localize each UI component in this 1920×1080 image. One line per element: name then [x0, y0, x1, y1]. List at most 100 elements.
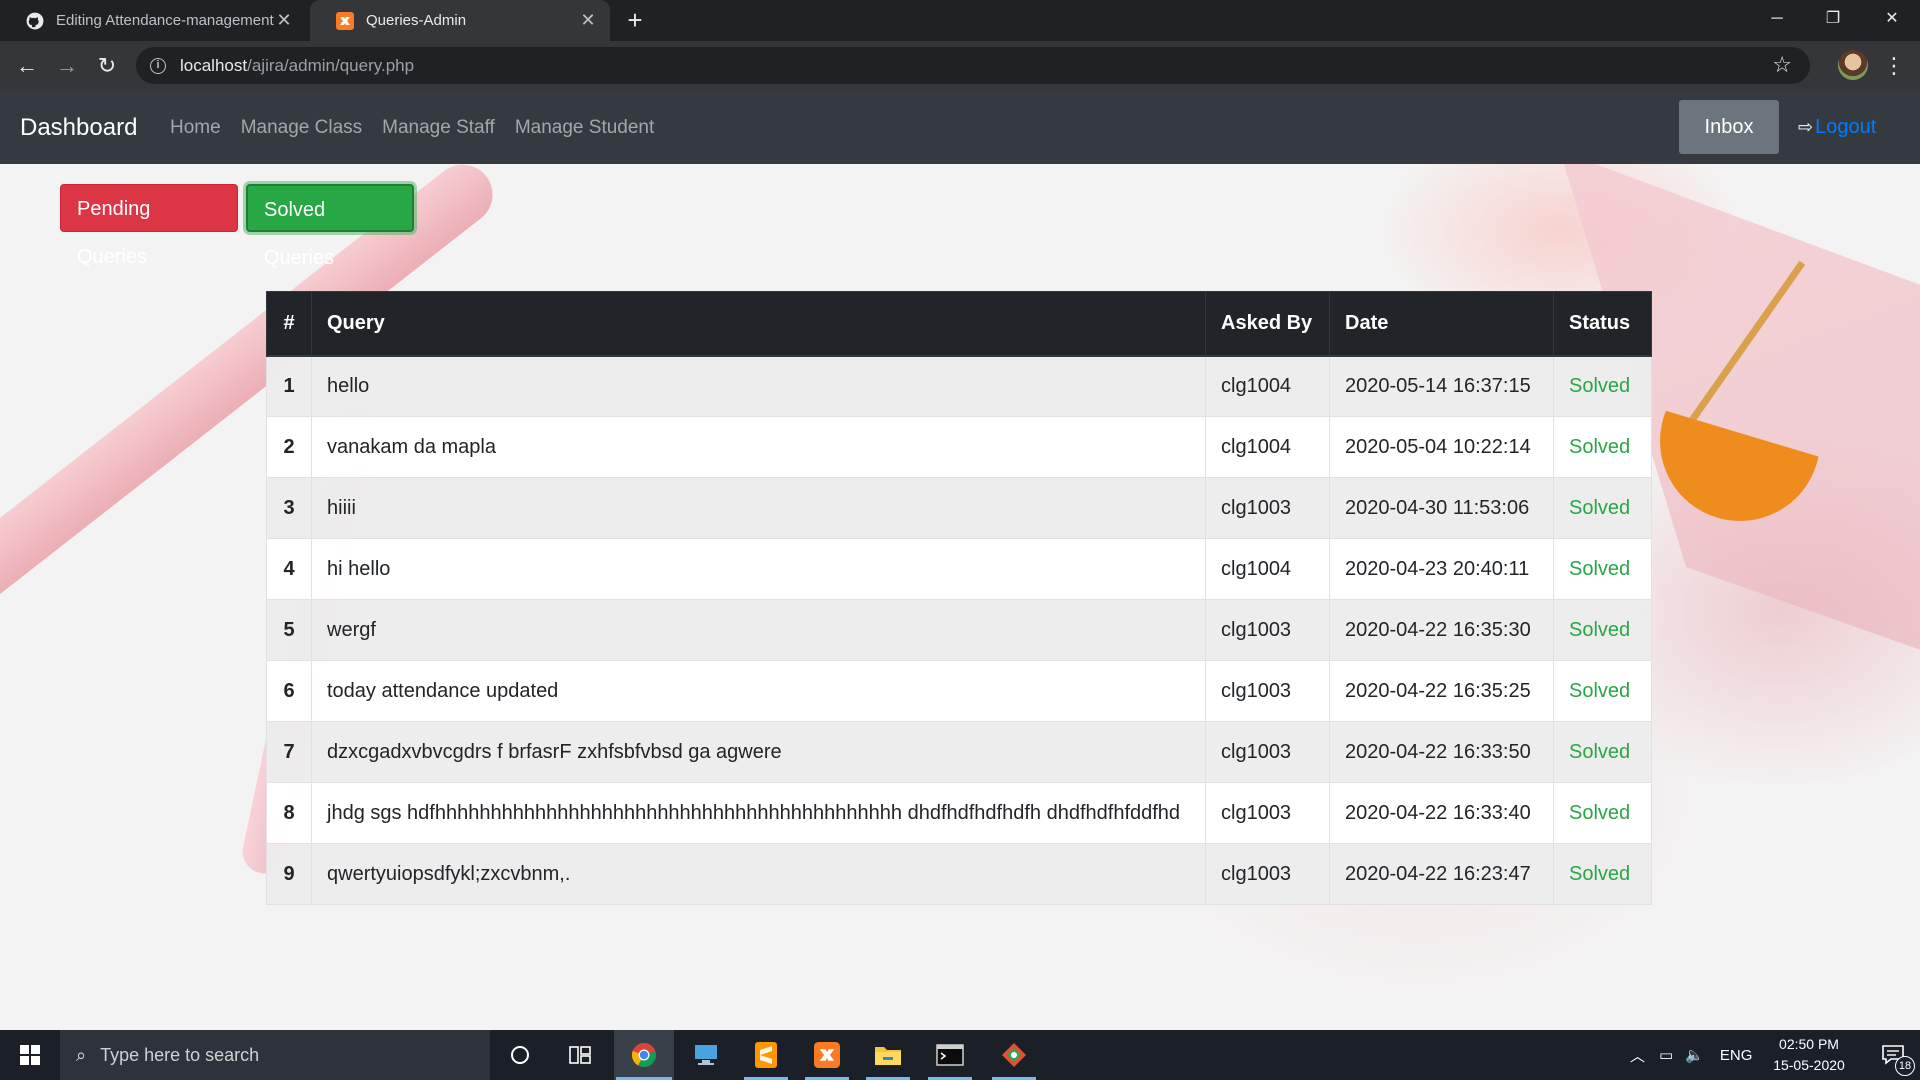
query-date: 2020-05-14 16:37:15 [1329, 355, 1554, 417]
notification-count: 18 [1895, 1056, 1915, 1076]
query-date: 2020-04-23 20:40:11 [1329, 538, 1554, 600]
row-number: 5 [266, 599, 312, 661]
taskbar-clock[interactable]: 02:50 PM 15-05-2020 [1765, 1034, 1853, 1076]
logout-label: Logout [1815, 116, 1877, 138]
query-date: 2020-04-30 11:53:06 [1329, 477, 1554, 539]
row-number: 8 [266, 782, 312, 844]
search-placeholder: Type here to search [100, 1044, 260, 1065]
restore-icon[interactable]: ❐ [1805, 0, 1861, 41]
solved-queries-button[interactable]: Solved Queries [246, 184, 414, 269]
action-center-icon[interactable]: 18 [1866, 1030, 1920, 1080]
remote-desktop-icon[interactable] [676, 1030, 736, 1080]
nav-link-manage-staff[interactable]: Manage Staff [382, 117, 495, 139]
asked-by: clg1003 [1205, 843, 1330, 905]
browser-menu-icon[interactable]: ⋮ [1882, 49, 1906, 83]
row-number: 6 [266, 660, 312, 722]
asked-by: clg1003 [1205, 721, 1330, 783]
status-text: Solved [1553, 721, 1652, 783]
volume-icon[interactable]: 🔈 [1685, 1046, 1704, 1064]
query-date: 2020-04-22 16:35:25 [1329, 660, 1554, 722]
address-bar[interactable]: i localhost/ajira/admin/query.php ☆ [136, 47, 1810, 84]
browser-tab-strip: Editing Attendance-management ✕ Queries-… [0, 0, 1920, 41]
row-number: 2 [266, 416, 312, 478]
git-gui-icon[interactable] [984, 1030, 1044, 1080]
asked-by: clg1003 [1205, 782, 1330, 844]
query-text: hello [311, 355, 1206, 417]
clock-time: 02:50 PM [1779, 1036, 1839, 1052]
page-content: Dashboard Home Manage Class Manage Staff… [0, 91, 1920, 1030]
back-icon[interactable]: ← [10, 49, 44, 83]
query-text: qwertyuiopsdfykl;zxcvbnm,. [311, 843, 1206, 905]
status-text: Solved [1553, 660, 1652, 722]
query-date: 2020-05-04 10:22:14 [1329, 416, 1554, 478]
close-tab-icon[interactable]: ✕ [274, 10, 294, 31]
table-row: 5 wergf clg1003 2020-04-22 16:35:30 Solv… [266, 599, 1652, 661]
url-host: localhost [180, 55, 248, 75]
nav-links: Home Manage Class Manage Staff Manage St… [170, 91, 674, 164]
row-number: 3 [266, 477, 312, 539]
table-header-row: # Query Asked By Date Status [266, 291, 1652, 357]
tab-title: Editing Attendance-management [56, 12, 274, 29]
taskbar-search[interactable]: ⌕ Type here to search [60, 1030, 490, 1080]
xampp-taskbar-icon[interactable] [797, 1030, 857, 1080]
column-header-date: Date [1329, 291, 1554, 357]
xampp-icon [335, 11, 355, 31]
row-number: 4 [266, 538, 312, 600]
status-text: Solved [1553, 477, 1652, 539]
windows-taskbar: ⌕ Type here to search ︿ ▭ 🔈 ENG 02:50 PM… [0, 1030, 1920, 1080]
forward-icon[interactable]: → [50, 49, 84, 83]
column-header-asked-by: Asked By [1205, 291, 1330, 357]
sublime-text-icon[interactable] [736, 1030, 796, 1080]
column-header-status: Status [1553, 291, 1652, 357]
row-number: 7 [266, 721, 312, 783]
close-window-icon[interactable]: ✕ [1864, 0, 1920, 41]
status-text: Solved [1553, 416, 1652, 478]
status-text: Solved [1553, 538, 1652, 600]
pending-queries-button[interactable]: Pending Queries [60, 184, 238, 268]
language-indicator[interactable]: ENG [1720, 1047, 1753, 1064]
table-row: 7 dzxcgadxvbvcgdrs f brfasrF zxhfsbfvbsd… [266, 721, 1652, 783]
column-header-query: Query [311, 291, 1206, 357]
reload-icon[interactable]: ↻ [90, 49, 124, 83]
table-row: 3 hiiii clg1003 2020-04-30 11:53:06 Solv… [266, 477, 1652, 539]
row-number: 9 [266, 843, 312, 905]
info-icon[interactable]: i [150, 57, 166, 74]
show-hidden-icons-icon[interactable]: ︿ [1630, 1045, 1645, 1066]
system-tray: ︿ ▭ 🔈 ENG [1630, 1030, 1752, 1080]
nav-link-manage-class[interactable]: Manage Class [241, 117, 362, 139]
tab-queries-admin[interactable]: Queries-Admin ✕ [310, 0, 610, 41]
nav-link-manage-student[interactable]: Manage Student [515, 117, 654, 139]
query-date: 2020-04-22 16:33:50 [1329, 721, 1554, 783]
logout-link[interactable]: ⇨ Logout [1798, 91, 1876, 164]
nav-link-home[interactable]: Home [170, 117, 221, 139]
file-explorer-icon[interactable] [858, 1030, 918, 1080]
navbar-brand[interactable]: Dashboard [20, 91, 137, 164]
cortana-icon[interactable] [490, 1030, 550, 1080]
queries-table: # Query Asked By Date Status 1 hello clg… [266, 291, 1652, 905]
tab-editing-attendance[interactable]: Editing Attendance-management ✕ [0, 0, 306, 41]
terminal-icon[interactable] [920, 1030, 980, 1080]
status-text: Solved [1553, 355, 1652, 417]
table-row: 2 vanakam da mapla clg1004 2020-05-04 10… [266, 416, 1652, 478]
battery-icon[interactable]: ▭ [1659, 1046, 1673, 1064]
new-tab-icon[interactable]: + [620, 6, 650, 36]
table-row: 1 hello clg1004 2020-05-14 16:37:15 Solv… [266, 355, 1652, 417]
minimize-icon[interactable]: ─ [1749, 0, 1805, 41]
start-button[interactable] [0, 1030, 60, 1080]
query-date: 2020-04-22 16:35:30 [1329, 599, 1554, 661]
close-tab-icon[interactable]: ✕ [578, 10, 598, 31]
asked-by: clg1003 [1205, 599, 1330, 661]
inbox-button[interactable]: Inbox [1679, 100, 1779, 154]
browser-toolbar: ← → ↻ i localhost/ajira/admin/query.php … [0, 41, 1920, 91]
task-view-icon[interactable] [550, 1030, 610, 1080]
status-text: Solved [1553, 599, 1652, 661]
table-row: 8 jhdg sgs hdfhhhhhhhhhhhhhhhhhhhhhhhhhh… [266, 782, 1652, 844]
table-row: 6 today attendance updated clg1003 2020-… [266, 660, 1652, 722]
asked-by: clg1004 [1205, 538, 1330, 600]
asked-by: clg1003 [1205, 660, 1330, 722]
chrome-taskbar-icon[interactable] [614, 1030, 674, 1080]
logout-icon: ⇨ [1798, 117, 1814, 137]
bookmark-star-icon[interactable]: ☆ [1772, 52, 1792, 78]
profile-avatar[interactable] [1838, 50, 1868, 80]
query-text: jhdg sgs hdfhhhhhhhhhhhhhhhhhhhhhhhhhhhh… [311, 782, 1206, 844]
